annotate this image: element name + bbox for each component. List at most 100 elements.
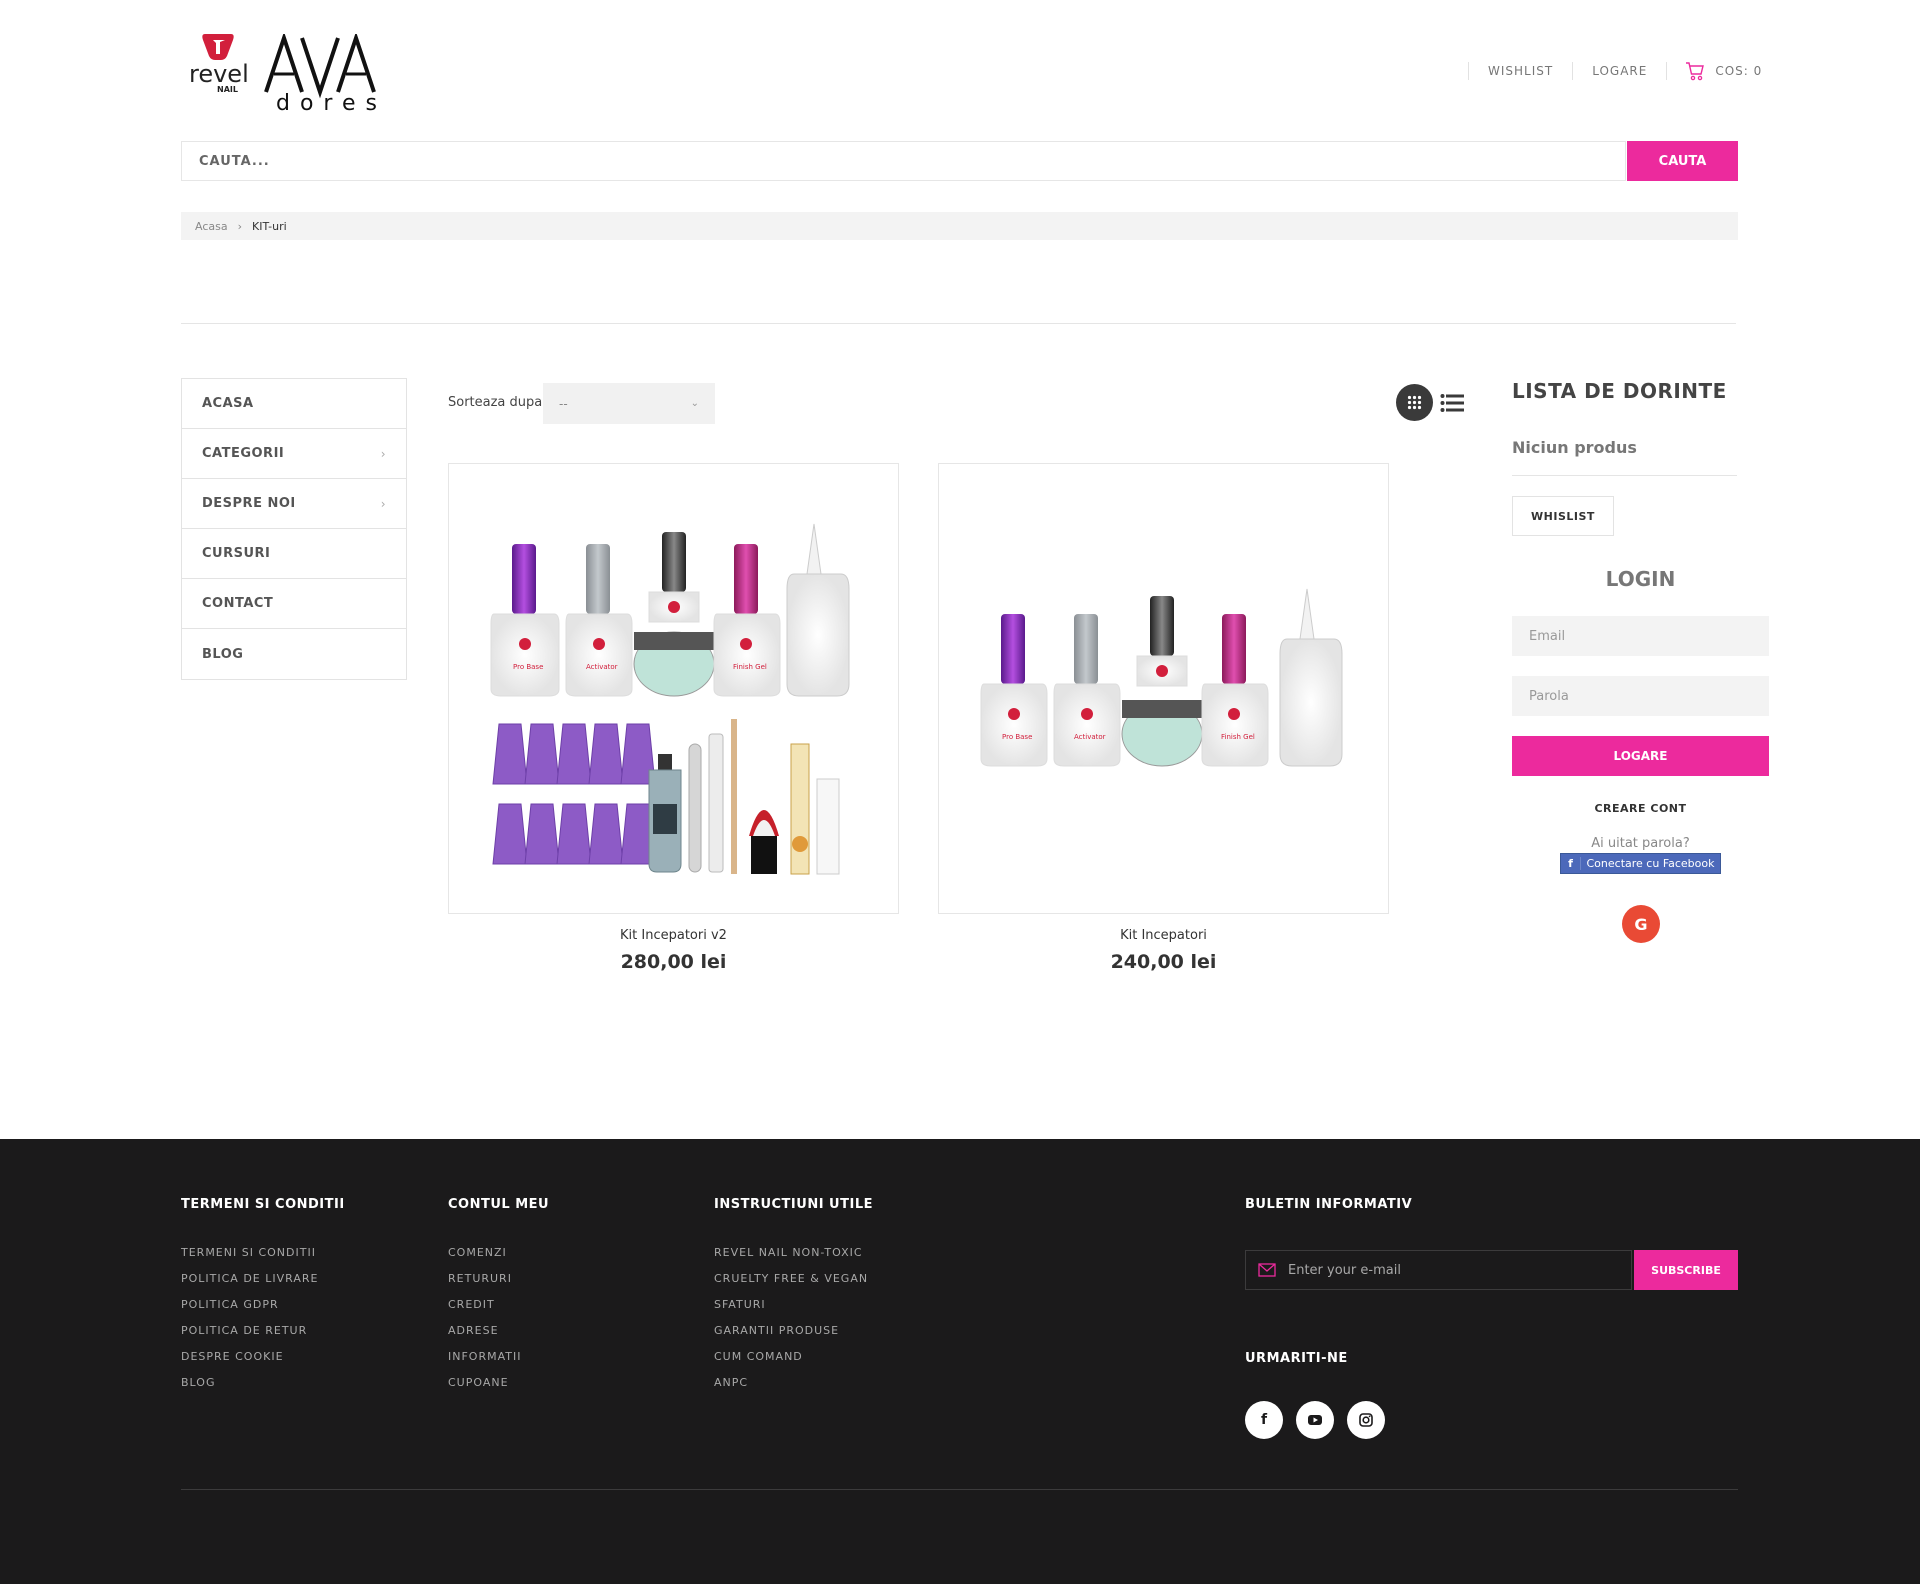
breadcrumb-home[interactable]: Acasa [195,220,228,233]
footer-link[interactable]: RETURURI [448,1266,521,1292]
footer-link[interactable]: TERMENI SI CONDITII [181,1240,318,1266]
sort-select[interactable]: -- ⌄ [543,383,715,424]
footer-column-title: TERMENI SI CONDITII [181,1197,345,1212]
breadcrumb-current: KIT-uri [252,219,287,233]
footer-link[interactable]: CRUELTY FREE & VEGAN [714,1266,868,1292]
svg-text:NAIL: NAIL [217,85,238,94]
wishlist-title: LISTA DE DORINTE [1512,379,1727,403]
footer-link[interactable]: CUM COMAND [714,1344,868,1370]
top-links: WISHLIST LOGARE COS: 0 [1468,58,1762,84]
footer-column-title: CONTUL MEU [448,1197,550,1212]
cart-icon [1686,62,1705,81]
svg-text:Pro Base: Pro Base [513,663,543,671]
footer-link[interactable]: CREDIT [448,1292,521,1318]
nav-item-contact[interactable]: CONTACT [182,579,406,629]
footer-link[interactable]: SFATURI [714,1292,868,1318]
footer-link[interactable]: BLOG [181,1370,318,1396]
nav-item-label: CONTACT [202,596,274,611]
footer-link[interactable]: REVEL NAIL NON-TOXIC [714,1240,868,1266]
email-field[interactable]: Email [1512,616,1769,656]
divider [181,323,1736,324]
follow-title: URMARITI-NE [1245,1351,1348,1366]
footer-link[interactable]: ADRESE [448,1318,521,1344]
product-image[interactable]: Pro Base Activator Finish Gel [448,463,899,914]
product-image[interactable]: Pro Base Activator Finish Gel [938,463,1389,914]
nav-item-cursuri[interactable]: CURSURI [182,529,406,579]
chevron-right-icon: › [380,496,386,511]
footer-link[interactable]: POLITICA DE RETUR [181,1318,318,1344]
envelope-icon [1258,1263,1276,1277]
footer-link[interactable]: POLITICA GDPR [181,1292,318,1318]
facebook-icon: f [1561,857,1581,870]
subscribe-button[interactable]: SUBSCRIBE [1634,1250,1738,1290]
nav-item-acasa[interactable]: ACASA [182,379,406,429]
product-name[interactable]: Kit Incepatori v2 [448,928,899,943]
newsletter-email-input[interactable]: Enter your e-mail [1245,1250,1632,1290]
facebook-social-button[interactable]: f [1245,1401,1283,1439]
svg-text:Activator: Activator [586,663,618,671]
divider [1512,475,1737,476]
list-view-button[interactable] [1440,393,1466,413]
footer-link[interactable]: GARANTII PRODUSE [714,1318,868,1344]
footer-link[interactable]: CUPOANE [448,1370,521,1396]
ava-dores-logo[interactable]: dores [262,31,412,116]
facebook-login-label: Conectare cu Facebook [1586,857,1715,870]
youtube-social-button[interactable] [1296,1401,1334,1439]
footer-column-title: INSTRUCTIUNI UTILE [714,1197,873,1212]
nav-item-blog[interactable]: BLOG [182,629,406,679]
wishlist-button[interactable]: WHISLIST [1512,496,1614,536]
revel-nail-logo[interactable]: revel NAIL [187,30,251,94]
facebook-login-button[interactable]: f Conectare cu Facebook [1560,853,1721,874]
search-input[interactable]: CAUTA... [181,141,1626,181]
wishlist-link[interactable]: WISHLIST [1469,64,1572,78]
nav-item-label: CATEGORII [202,446,285,461]
wishlist-empty-text: Niciun produs [1512,438,1637,457]
svg-text:revel: revel [189,60,249,88]
footer-link[interactable]: DESPRE COOKIE [181,1344,318,1370]
footer-link[interactable]: INFORMATII [448,1344,521,1370]
nav-item-categorii[interactable]: CATEGORII › [182,429,406,479]
svg-text:Finish Gel: Finish Gel [733,663,767,671]
grid-view-button[interactable] [1396,384,1433,421]
search-button[interactable]: CAUTA [1627,141,1738,181]
facebook-icon: f [1260,1412,1268,1428]
sort-label: Sorteaza dupa [448,395,543,410]
instagram-icon [1359,1413,1373,1427]
cart-label: COS: 0 [1715,64,1763,78]
forgot-password-link[interactable]: Ai uitat parola? [1512,836,1769,851]
login-button[interactable]: LOGARE [1512,736,1769,776]
nav-item-label: DESPRE NOI [202,496,296,511]
create-account-link[interactable]: CREARE CONT [1512,802,1769,815]
google-icon: G [1634,914,1648,934]
footer-link[interactable]: ANPC [714,1370,868,1396]
svg-text:Activator: Activator [1074,733,1106,741]
nav-item-despre-noi[interactable]: DESPRE NOI › [182,479,406,529]
footer-link[interactable]: POLITICA DE LIVRARE [181,1266,318,1292]
footer-link[interactable]: COMENZI [448,1240,521,1266]
breadcrumb: Acasa › KIT-uri [181,212,1738,240]
footer-links-account: COMENZI RETURURI CREDIT ADRESE INFORMATI… [448,1240,521,1396]
instagram-social-button[interactable] [1347,1401,1385,1439]
youtube-icon [1308,1415,1322,1425]
product-price: 280,00 lei [620,951,727,973]
divider [181,1489,1738,1490]
breadcrumb-separator: › [237,219,242,233]
list-icon [1440,394,1464,412]
nav-item-label: BLOG [202,646,244,662]
google-login-button[interactable]: G [1622,905,1660,943]
product-price: 240,00 lei [1110,951,1217,973]
nav-item-label: ACASA [202,396,254,411]
newsletter-title: BULETIN INFORMATIV [1245,1197,1413,1212]
svg-text:Pro Base: Pro Base [1002,733,1032,741]
category-nav: ACASA CATEGORII › DESPRE NOI › CURSURI CON… [181,378,407,680]
newsletter-placeholder: Enter your e-mail [1288,1262,1401,1278]
product-name[interactable]: Kit Incepatori [938,928,1389,943]
footer-links-terms: TERMENI SI CONDITII POLITICA DE LIVRARE … [181,1240,318,1396]
footer-links-instructions: REVEL NAIL NON-TOXIC CRUELTY FREE & VEGA… [714,1240,868,1396]
password-field[interactable]: Parola [1512,676,1769,716]
cart-link[interactable]: COS: 0 [1667,61,1762,81]
sort-value: -- [559,396,568,411]
svg-text:Finish Gel: Finish Gel [1221,733,1255,741]
login-link[interactable]: LOGARE [1573,64,1666,78]
login-title: LOGIN [1605,567,1676,591]
